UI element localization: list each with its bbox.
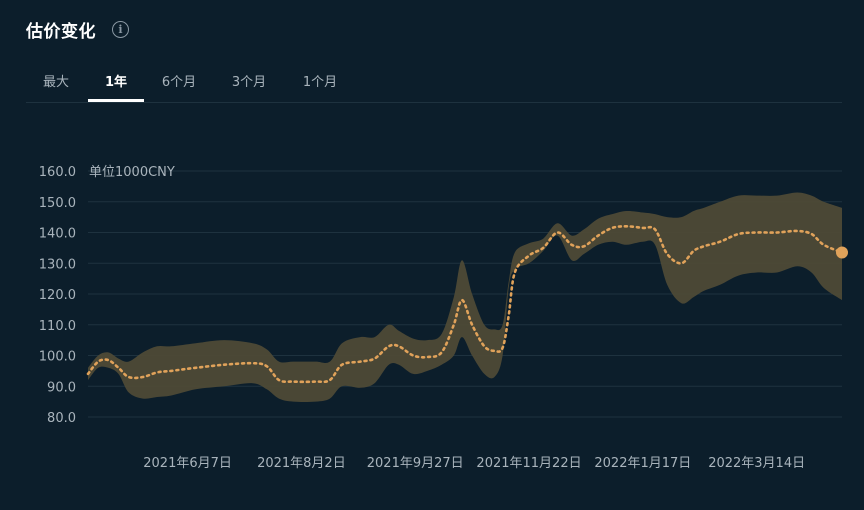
current-value-dot[interactable] (836, 246, 848, 259)
x-tick-label: 2021年8月2日 (257, 456, 346, 471)
estimate-range-band (88, 192, 842, 402)
x-tick-label: 2021年6月7日 (143, 456, 232, 471)
y-tick-label: 120.0 (39, 288, 76, 303)
y-tick-label: 110.0 (39, 319, 76, 334)
y-tick-label: 90.0 (47, 380, 76, 395)
y-tick-label: 80.0 (47, 411, 76, 426)
y-axis-ticks: 160.0 150.0 140.0 130.0 120.0 110.0 100.0 90.0 8… (39, 165, 76, 426)
y-tick-label: 130.0 (39, 257, 76, 272)
valuation-chart: 160.0 150.0 140.0 130.0 120.0 110.0 100.0 90.0 8… (39, 165, 848, 471)
x-tick-label: 2021年9月27日 (367, 456, 464, 471)
y-tick-label: 140.0 (39, 227, 76, 242)
x-tick-label: 2022年3月14日 (708, 456, 805, 471)
y-tick-label: 160.0 (39, 165, 76, 180)
unit-label: 单位1000CNY (89, 165, 175, 180)
x-tick-label: 2022年1月17日 (594, 456, 691, 471)
y-tick-label: 100.0 (39, 350, 76, 365)
y-tick-label: 150.0 (39, 196, 76, 211)
x-axis-ticks: 2021年6月7日 2021年8月2日 2021年9月27日 2021年11月22日 2… (143, 456, 805, 471)
x-tick-label: 2021年11月22日 (476, 456, 581, 471)
